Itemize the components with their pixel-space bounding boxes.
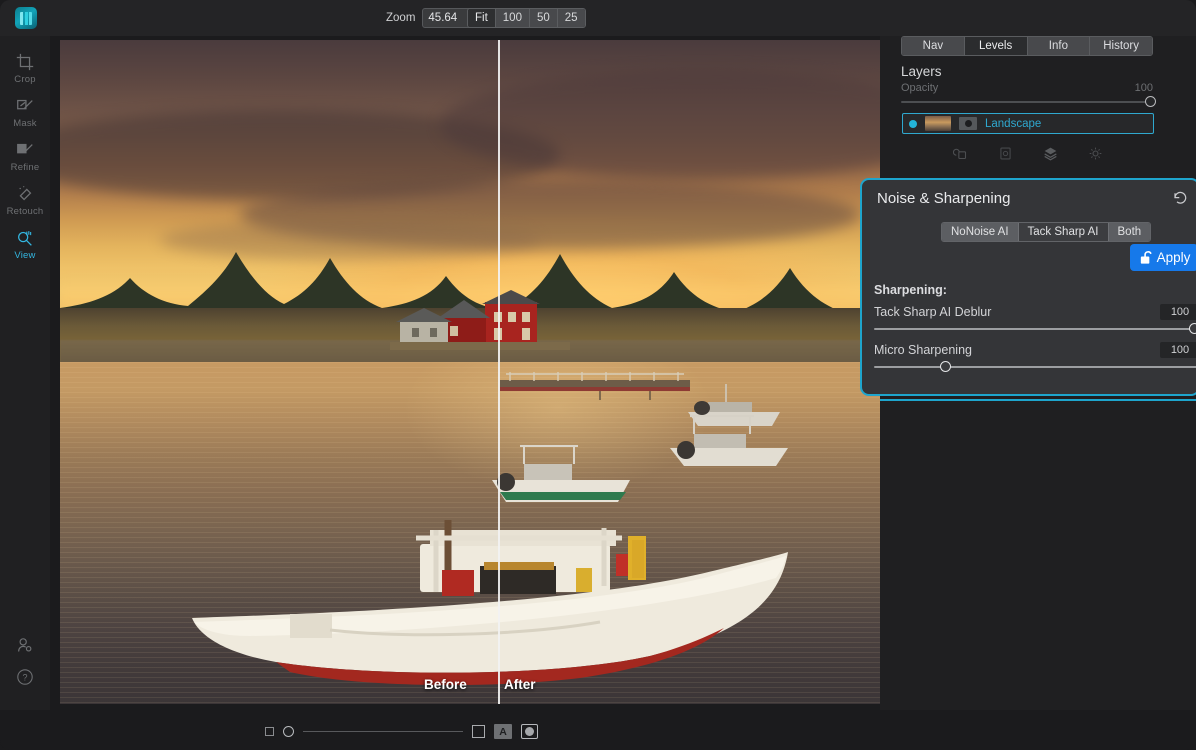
duplicate-layer-icon[interactable]: [953, 146, 968, 161]
zoom-preset-50[interactable]: 50: [529, 9, 558, 27]
opacity-row: Opacity 100: [901, 82, 1153, 94]
account-user-icon: [18, 638, 32, 652]
slider-micro-knob[interactable]: [940, 361, 952, 372]
slider-micro-track[interactable]: [874, 361, 1196, 372]
shore-buildings: [390, 290, 570, 350]
bottom-toolbar: A Preview Reset AllSyncCancelDone: [0, 710, 1196, 750]
sidebar-label-retouch: Retouch: [6, 206, 44, 217]
photo-preview: Before After: [60, 40, 880, 704]
app-logo-icon[interactable]: [15, 7, 37, 29]
sidebar-label-view: View: [14, 250, 36, 261]
filename-toggle[interactable]: A: [494, 724, 512, 739]
thumbnail-size-slider-knob[interactable]: [283, 726, 294, 737]
stack-layers-icon[interactable]: [1043, 146, 1058, 161]
zoom-preset-100[interactable]: 100: [495, 9, 530, 27]
delete-layer-icon[interactable]: [998, 146, 1013, 161]
panel-tab-group: Nav Levels Info History: [901, 36, 1153, 56]
image-canvas[interactable]: Before After: [60, 40, 880, 704]
sidebar-label-mask: Mask: [13, 118, 37, 129]
view-magnifier-icon: [18, 231, 32, 246]
crop-icon: [16, 53, 34, 71]
sidebar-item-mask[interactable]: Mask: [0, 96, 50, 134]
zoom-label: Zoom: [386, 12, 416, 24]
visibility-dot-icon[interactable]: [909, 119, 917, 128]
thumbnail-size-slider-track[interactable]: [303, 730, 463, 733]
sidebar-item-retouch[interactable]: Retouch: [0, 184, 50, 222]
after-label: After: [504, 677, 536, 692]
slider-micro-value: 100: [1160, 342, 1196, 358]
large-thumb-square-icon[interactable]: [472, 725, 485, 738]
mask-icon: [17, 99, 33, 110]
application-window: Zoom 45.64 Fit 100 50 25 Crop Mask Refin…: [0, 0, 1196, 750]
sharpening-section-title: Sharpening:: [874, 283, 947, 297]
layer-settings-gear-icon[interactable]: [1088, 146, 1103, 161]
left-tool-sidebar: Crop Mask Refine Retouch View ?: [0, 36, 50, 750]
sidebar-label-crop: Crop: [14, 74, 36, 85]
noise-mode-nonoise-ai[interactable]: NoNoise AI: [942, 223, 1019, 241]
reset-undo-icon[interactable]: [1172, 190, 1188, 206]
sidebar-item-crop[interactable]: Crop: [0, 52, 50, 90]
zoom-preset-group: Fit 100 50 25: [467, 8, 586, 28]
top-toolbar: Zoom 45.64 Fit 100 50 25: [0, 0, 1196, 36]
layer-tool-row: [902, 142, 1154, 164]
account-button[interactable]: [0, 636, 50, 656]
layers-title: Layers: [901, 64, 942, 79]
small-thumb-square-icon[interactable]: [265, 727, 274, 736]
noise-mode-group: NoNoise AI Tack Sharp AI Both: [941, 222, 1152, 242]
thumbnail-size-group: A: [265, 724, 538, 739]
rating-circle-icon[interactable]: [521, 724, 538, 739]
before-after-split-handle[interactable]: [498, 40, 500, 704]
tool-list: Crop Mask Refine Retouch View: [0, 36, 50, 266]
noise-sharpening-panel: Noise & Sharpening NoNoise AI Tack Sharp …: [860, 178, 1196, 396]
slider-micro-label: Micro Sharpening: [874, 343, 972, 357]
retouch-icon: [19, 186, 32, 201]
layer-row-landscape[interactable]: Landscape: [902, 113, 1154, 134]
noise-mode-both[interactable]: Both: [1108, 223, 1151, 241]
tab-nav[interactable]: Nav: [902, 37, 965, 55]
opacity-label: Opacity: [901, 82, 939, 94]
tab-history[interactable]: History: [1090, 37, 1152, 55]
opacity-slider-knob[interactable]: [1145, 96, 1156, 107]
zoom-preset-fit[interactable]: Fit: [468, 9, 496, 27]
small-boat-mid: [670, 415, 788, 466]
slider-deblur: Tack Sharp AI Deblur 100: [874, 304, 1196, 334]
before-label: Before: [424, 677, 467, 692]
sidebar-item-view[interactable]: View: [0, 228, 50, 266]
svg-text:?: ?: [22, 673, 27, 683]
tab-levels[interactable]: Levels: [964, 37, 1028, 55]
opacity-value: 100: [1134, 82, 1153, 94]
slider-micro: Micro Sharpening 100: [874, 342, 1196, 372]
help-question-icon: ?: [17, 669, 33, 685]
noise-panel-title: Noise & Sharpening: [877, 190, 1011, 207]
slider-deblur-track[interactable]: [874, 323, 1196, 334]
tab-info[interactable]: Info: [1027, 37, 1091, 55]
apply-button[interactable]: Apply: [1130, 244, 1196, 271]
layer-mask-icon[interactable]: [959, 117, 977, 130]
slider-deblur-label: Tack Sharp AI Deblur: [874, 305, 992, 319]
small-boat-green: [492, 445, 630, 502]
refine-icon: [17, 143, 33, 154]
layer-name: Landscape: [985, 117, 1042, 130]
slider-deblur-knob[interactable]: [1189, 323, 1196, 334]
slider-deblur-value: 100: [1160, 304, 1196, 320]
foreground-lobster-boat: [192, 520, 788, 686]
apply-label: Apply: [1156, 250, 1191, 265]
help-button[interactable]: ?: [0, 668, 50, 686]
layer-thumbnail: [925, 116, 951, 131]
sidebar-item-refine[interactable]: Refine: [0, 140, 50, 178]
unlock-padlock-icon: [1140, 251, 1152, 264]
sidebar-label-refine: Refine: [10, 162, 40, 173]
noise-mode-tack-sharp-ai[interactable]: Tack Sharp AI: [1018, 223, 1109, 241]
opacity-slider-track[interactable]: [901, 101, 1153, 103]
panel-accent-divider: [880, 399, 1196, 401]
zoom-value: 45.64: [428, 12, 458, 24]
zoom-preset-25[interactable]: 25: [557, 9, 585, 27]
